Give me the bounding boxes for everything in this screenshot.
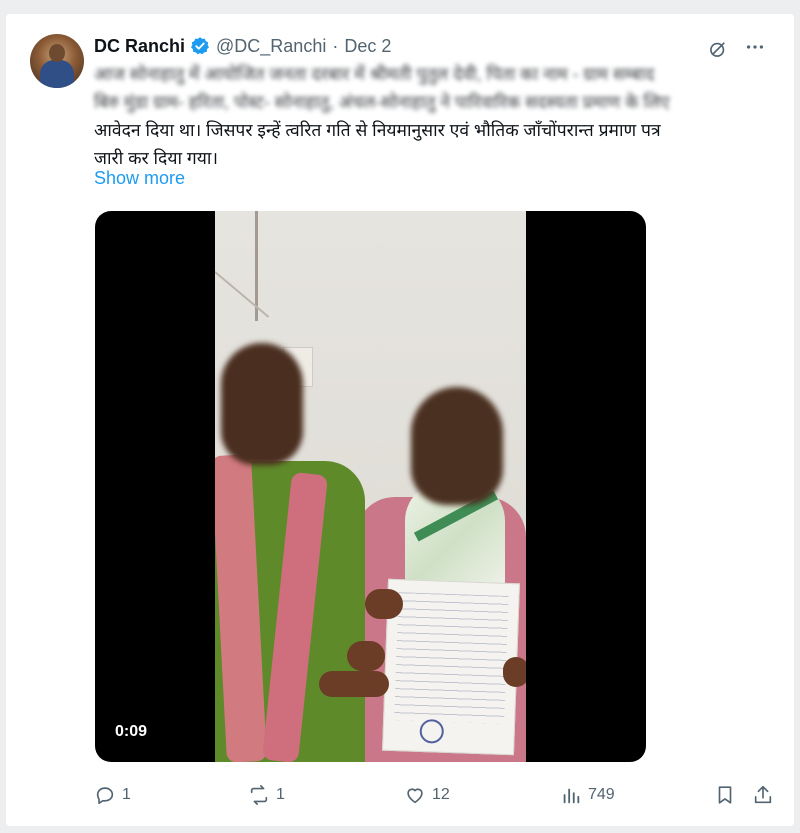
like-icon <box>407 788 423 804</box>
tweet-text-line: बिरु मुंडा ग्राम- हरिता, पोस्ट- सोनाहातु… <box>94 88 762 116</box>
show-more-link[interactable]: Show more <box>94 168 185 189</box>
share-button[interactable] <box>752 784 774 806</box>
repost-button[interactable]: 1 <box>248 784 285 806</box>
person-right-head <box>411 387 503 505</box>
document-text <box>394 592 509 724</box>
tweet-text-line: आवेदन दिया था। जिसपर इन्हें त्वरित गति स… <box>94 120 661 140</box>
views-count: 749 <box>588 786 615 803</box>
author-name[interactable]: DC Ranchi <box>94 36 185 57</box>
repost-count: 1 <box>276 786 285 803</box>
bookmark-button[interactable] <box>714 784 736 806</box>
grok-icon[interactable] <box>708 39 728 59</box>
person-left-arm <box>319 671 389 697</box>
video-frame <box>215 211 526 762</box>
reply-icon <box>96 787 114 805</box>
bookmark-icon <box>718 786 732 804</box>
author-handle[interactable]: @DC_Ranchi <box>216 36 326 57</box>
avatar[interactable] <box>30 34 84 88</box>
tweet-text-line: आज सोनाहातु में आयोजित जनता दरबार में श्… <box>94 64 655 84</box>
hand <box>347 641 385 671</box>
tweet-date[interactable]: Dec 2 <box>344 36 391 57</box>
hand <box>365 589 403 619</box>
video-duration: 0:09 <box>115 723 148 740</box>
video-player[interactable]: 0:09 <box>95 211 646 762</box>
more-icon[interactable] <box>744 36 766 61</box>
avatar-body <box>40 60 74 88</box>
tweet-actions: 1 1 12 749 <box>94 780 784 810</box>
tweet-header: DC Ranchi @DC_Ranchi · Dec 2 <box>94 34 391 58</box>
hand <box>503 657 526 687</box>
reply-button[interactable]: 1 <box>94 784 131 806</box>
like-button[interactable]: 12 <box>404 784 450 806</box>
document-seal <box>419 718 445 744</box>
reply-count: 1 <box>122 786 131 803</box>
tweet-text: आज सोनाहातु में आयोजित जनता दरबार में श्… <box>94 60 762 172</box>
tweet-top-actions <box>708 36 766 61</box>
share-icon <box>754 785 772 804</box>
verified-badge-icon <box>190 36 210 56</box>
repost-icon <box>250 785 268 805</box>
person-left-head <box>221 343 303 465</box>
tweet-text-line-blurred: बिरु मुंडा ग्राम- हरिता, पोस्ट- सोनाहातु… <box>94 92 670 112</box>
header-separator: · <box>332 35 339 56</box>
views-button[interactable]: 749 <box>560 784 615 806</box>
tweet-text-line: जारी कर दिया गया। <box>94 148 219 168</box>
like-count: 12 <box>432 786 450 803</box>
avatar-head <box>49 44 65 62</box>
views-icon <box>563 788 580 804</box>
